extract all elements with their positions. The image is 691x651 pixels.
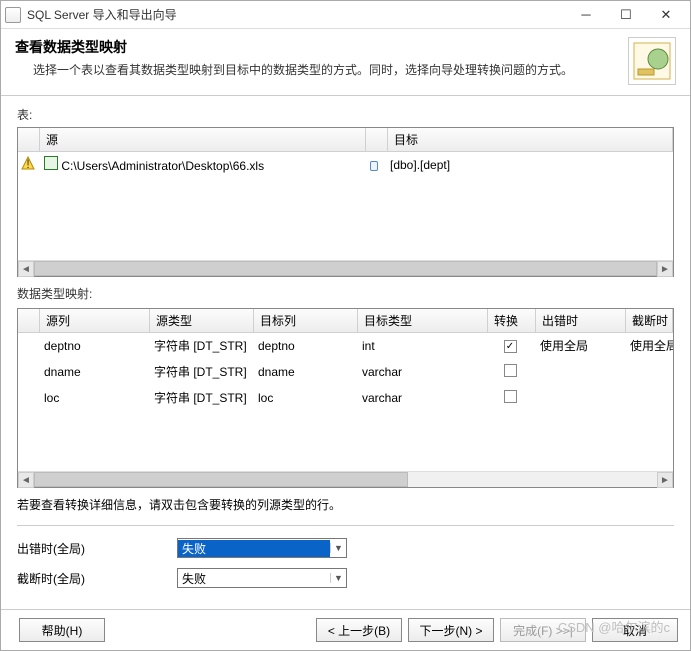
- scroll-left-icon[interactable]: ◄: [18, 261, 34, 277]
- wizard-icon: [628, 37, 676, 85]
- cell-src-col: deptno: [38, 338, 148, 354]
- table-row[interactable]: loc字符串 [DT_STR]locvarchar: [18, 385, 673, 411]
- col-convert[interactable]: 转换: [488, 309, 536, 332]
- mappings-label: 数据类型映射:: [17, 285, 674, 302]
- cell-on-error: 使用全局: [534, 336, 624, 355]
- excel-icon: [44, 156, 58, 170]
- on-error-label: 出错时(全局): [17, 540, 177, 557]
- col-on-trunc[interactable]: 截断时: [626, 309, 673, 332]
- col-on-error[interactable]: 出错时: [536, 309, 626, 332]
- minimize-button[interactable]: ─: [566, 3, 606, 27]
- convert-checkbox[interactable]: [504, 390, 517, 403]
- warning-icon: !: [21, 156, 35, 173]
- page-title: 查看数据类型映射: [15, 37, 620, 57]
- mappings-header-row: 源列 源类型 目标列 目标类型 转换 出错时 截断时: [18, 309, 673, 333]
- cancel-button[interactable]: 取消: [592, 618, 678, 642]
- col-dst-col[interactable]: 目标列: [254, 309, 358, 332]
- cell-src-type: 字符串 [DT_STR]: [148, 388, 252, 407]
- cell-src-col: dname: [38, 364, 148, 380]
- cell-src-type: 字符串 [DT_STR]: [148, 362, 252, 381]
- col-dst-type[interactable]: 目标类型: [358, 309, 488, 332]
- table-row[interactable]: !deptno字符串 [DT_STR]deptnoint✓使用全局使用全局: [18, 333, 673, 359]
- table-row[interactable]: ! C:\Users\Administrator\Desktop\66.xls …: [18, 152, 673, 178]
- h-scrollbar[interactable]: ◄ ►: [18, 471, 673, 487]
- on-error-select[interactable]: 失败 ▼: [177, 538, 347, 558]
- page-desc: 选择一个表以查看其数据类型映射到目标中的数据类型的方式。同时，选择向导处理转换问…: [15, 61, 620, 78]
- cell-on-trunc: [624, 371, 673, 373]
- dest-name: [dbo].[dept]: [384, 157, 673, 173]
- cell-on-trunc: [624, 397, 673, 399]
- chevron-down-icon: ▼: [330, 543, 346, 553]
- finish-button: 完成(F) >>|: [500, 618, 586, 642]
- next-button[interactable]: 下一步(N) >: [408, 618, 494, 642]
- col-source[interactable]: 源: [40, 128, 366, 151]
- cell-on-error: [534, 397, 624, 399]
- back-button[interactable]: < 上一步(B): [316, 618, 402, 642]
- wizard-footer: 帮助(H) < 上一步(B) 下一步(N) > 完成(F) >>| 取消: [1, 609, 690, 650]
- tables-grid[interactable]: 源 目标 ! C:\Users\Administrator\Desktop\66…: [17, 127, 674, 277]
- h-scrollbar[interactable]: ◄ ►: [18, 260, 673, 276]
- cell-dst-type: varchar: [356, 364, 486, 380]
- col-dest[interactable]: 目标: [388, 128, 673, 151]
- scroll-right-icon[interactable]: ►: [657, 472, 673, 488]
- divider: [17, 525, 674, 526]
- scroll-right-icon[interactable]: ►: [657, 261, 673, 277]
- cell-dst-type: varchar: [356, 390, 486, 406]
- mappings-grid[interactable]: 源列 源类型 目标列 目标类型 转换 出错时 截断时 !deptno字符串 [D…: [17, 308, 674, 488]
- window-title: SQL Server 导入和导出向导: [27, 6, 566, 23]
- close-button[interactable]: ✕: [646, 3, 686, 27]
- convert-checkbox[interactable]: [504, 364, 517, 377]
- wizard-header: 查看数据类型映射 选择一个表以查看其数据类型映射到目标中的数据类型的方式。同时，…: [1, 29, 690, 89]
- cell-dst-type: int: [356, 338, 486, 354]
- on-trunc-label: 截断时(全局): [17, 570, 177, 587]
- source-path: C:\Users\Administrator\Desktop\66.xls: [61, 159, 264, 173]
- svg-text:!: !: [26, 157, 29, 170]
- cell-on-trunc: 使用全局: [624, 336, 673, 355]
- col-src-col[interactable]: 源列: [40, 309, 150, 332]
- table-row[interactable]: dname字符串 [DT_STR]dnamevarchar: [18, 359, 673, 385]
- cell-dst-col: deptno: [252, 338, 356, 354]
- convert-checkbox[interactable]: ✓: [504, 340, 517, 353]
- maximize-button[interactable]: ☐: [606, 3, 646, 27]
- scroll-left-icon[interactable]: ◄: [18, 472, 34, 488]
- chevron-down-icon: ▼: [330, 573, 346, 583]
- tables-label: 表:: [17, 106, 674, 123]
- cell-src-type: 字符串 [DT_STR]: [148, 336, 252, 355]
- app-icon: [5, 7, 21, 23]
- cell-on-error: [534, 371, 624, 373]
- cell-dst-col: loc: [252, 390, 356, 406]
- table-icon: [370, 161, 378, 171]
- on-trunc-select[interactable]: 失败 ▼: [177, 568, 347, 588]
- help-button[interactable]: 帮助(H): [19, 618, 105, 642]
- col-src-type[interactable]: 源类型: [150, 309, 254, 332]
- hint-text: 若要查看转换详细信息，请双击包含要转换的列源类型的行。: [17, 496, 674, 513]
- tables-header-row: 源 目标: [18, 128, 673, 152]
- cell-dst-col: dname: [252, 364, 356, 380]
- cell-src-col: loc: [38, 390, 148, 406]
- titlebar: SQL Server 导入和导出向导 ─ ☐ ✕: [1, 1, 690, 29]
